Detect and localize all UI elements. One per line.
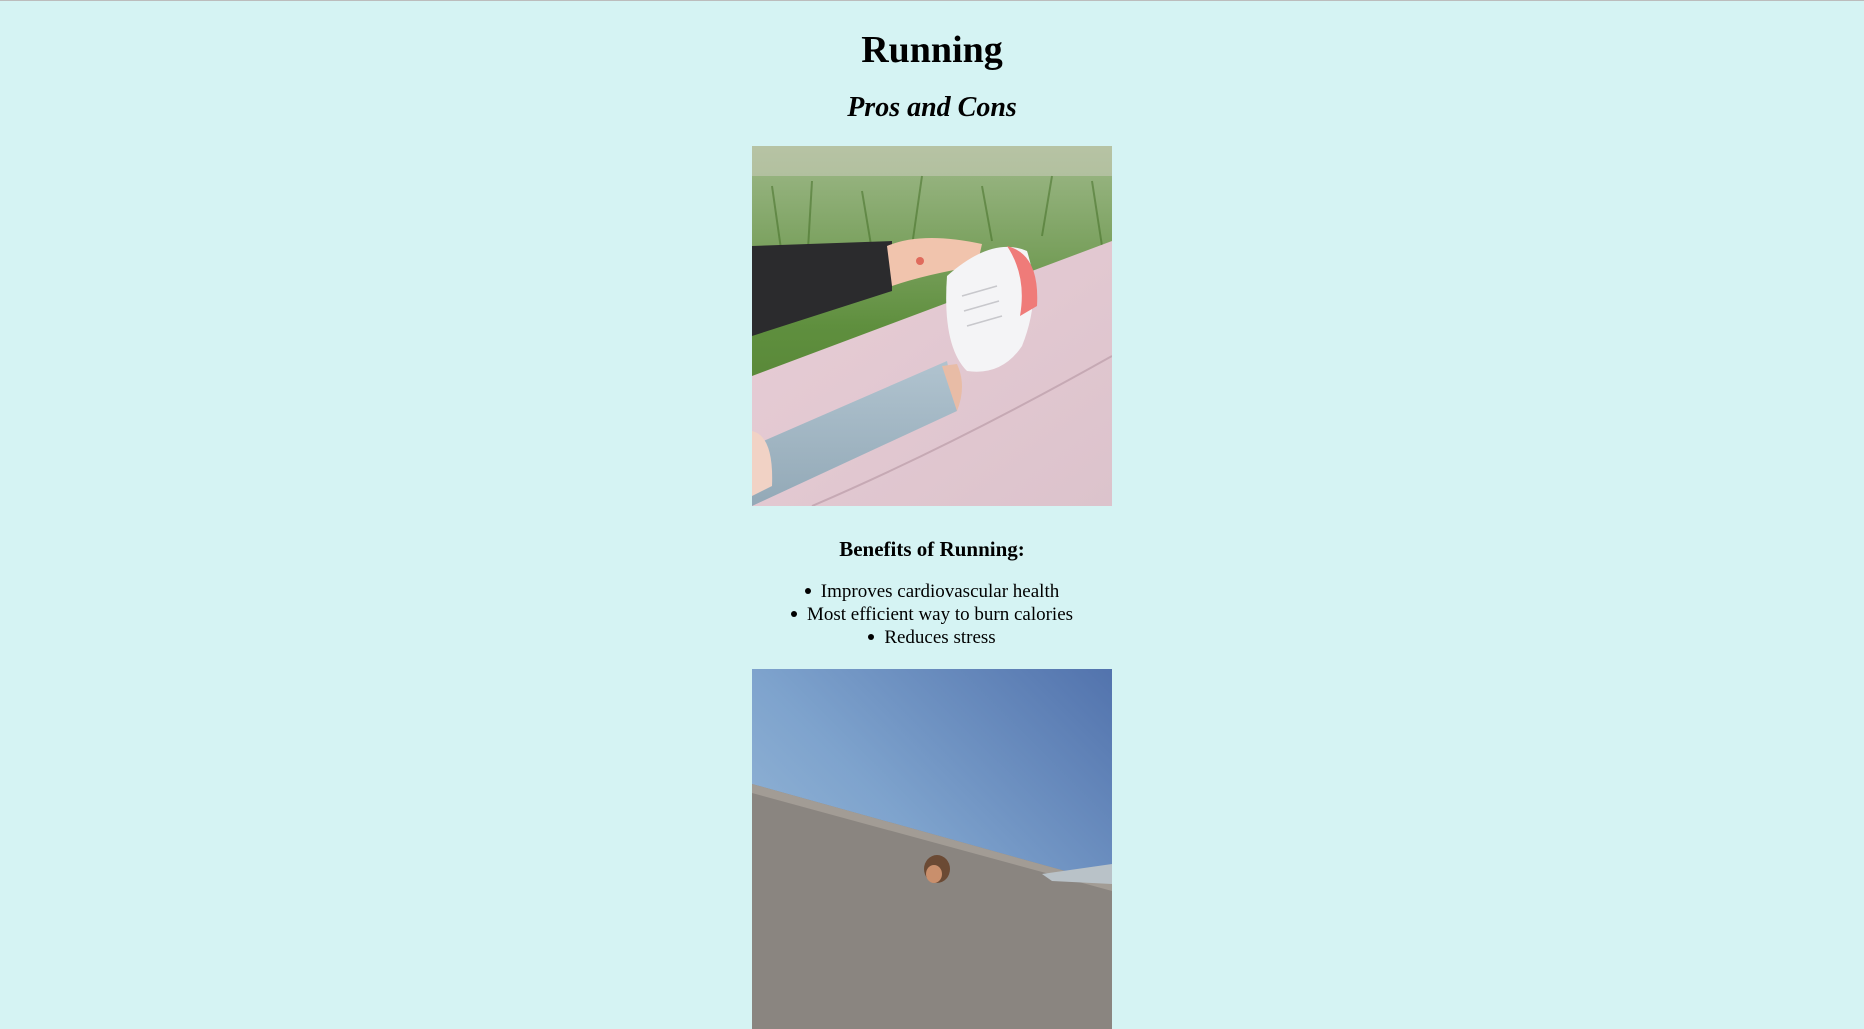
list-item-text: Most efficient way to burn calories	[806, 604, 1074, 625]
bullet-icon	[790, 610, 797, 617]
bullet-icon	[868, 633, 875, 640]
bullet-icon	[804, 587, 811, 594]
page-title: Running	[861, 29, 1003, 71]
running-stairs-photo	[752, 669, 1112, 1029]
page-content: Running Pros and Cons Benefits of Runnin…	[0, 0, 1864, 1029]
benefits-list: Improves cardiovascular health Most effi…	[0, 580, 1864, 649]
benefits-heading: Benefits of Running:	[839, 537, 1025, 561]
stretching-photo	[752, 146, 1112, 506]
window-top-border	[0, 0, 1864, 1]
list-item: Reduces stress	[0, 626, 1864, 649]
list-item: Improves cardiovascular health	[0, 580, 1864, 603]
list-item-text: Improves cardiovascular health	[820, 581, 1060, 602]
list-item: Most efficient way to burn calories	[0, 603, 1864, 626]
page-subtitle: Pros and Cons	[847, 92, 1017, 123]
list-item-text: Reduces stress	[884, 627, 996, 648]
